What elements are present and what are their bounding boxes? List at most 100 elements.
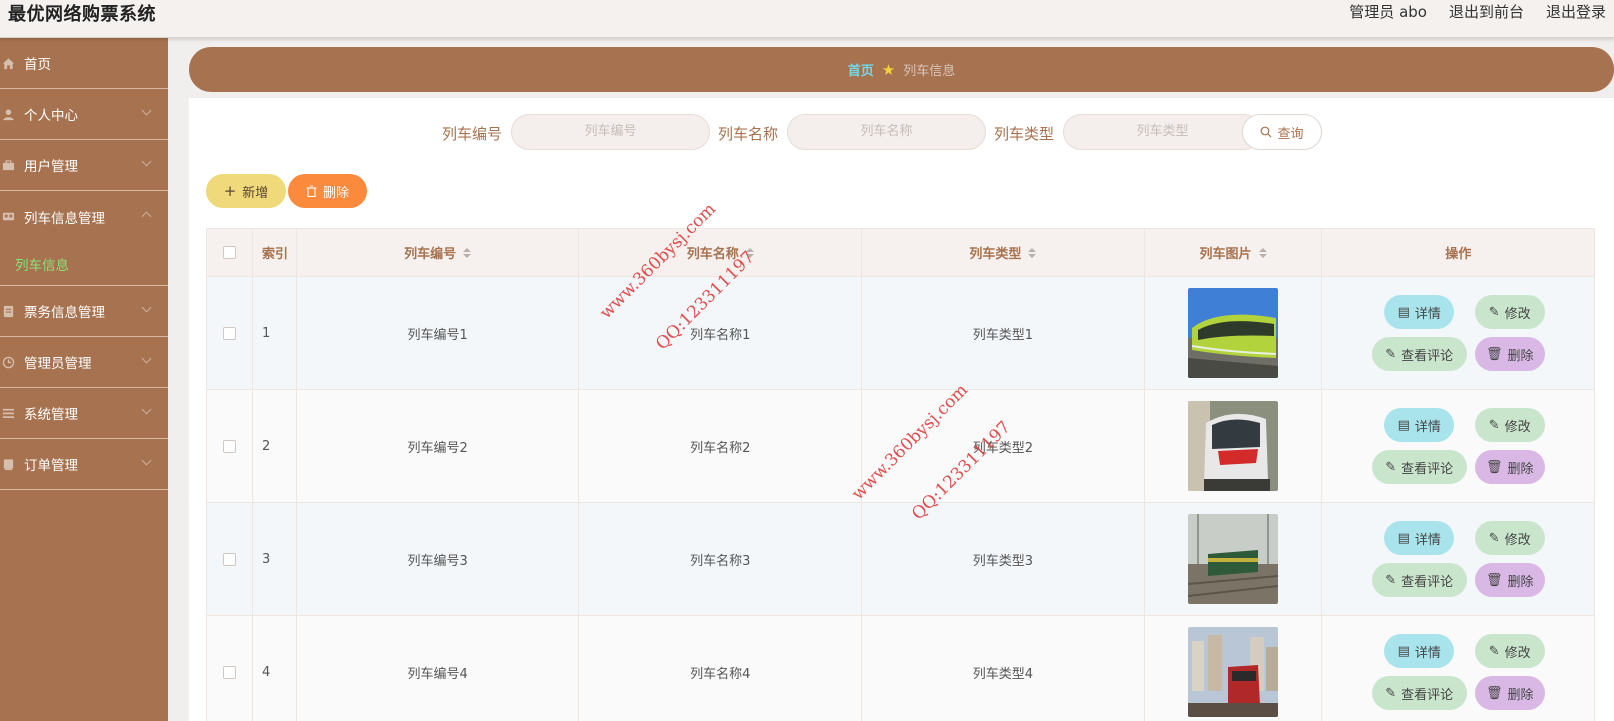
document-icon: ▤ (1397, 530, 1410, 546)
row-train-number: 列车编号1 (297, 277, 580, 389)
plus-icon: + (223, 181, 237, 200)
detail-label: 详情 (1414, 645, 1441, 661)
detail-button[interactable]: ▤ 详情 (1384, 521, 1455, 555)
sidebar-item-label: 首页 (24, 57, 51, 73)
sort-icon[interactable] (463, 247, 472, 258)
sidebar-item-system-management[interactable]: 系统管理 (0, 388, 168, 439)
trash-icon: 🗑 (1485, 572, 1503, 588)
sidebar-item-order-management[interactable]: 订单管理 (0, 439, 168, 490)
view-reviews-button[interactable]: ✎ 查看评论 (1371, 337, 1467, 371)
edit-label: 修改 (1504, 419, 1531, 435)
batch-delete-label: 删除 (322, 185, 349, 201)
row-train-image-cell (1145, 616, 1323, 721)
row-operations: ▤ 详情 ✎ 修改 ✎ 查看评论 🗑 删除 (1322, 503, 1594, 615)
edit-button[interactable]: ✎ 修改 (1474, 295, 1545, 329)
header-train-type[interactable]: 列车类型 (862, 229, 1145, 276)
row-operations: ▤ 详情 ✎ 修改 ✎ 查看评论 🗑 删除 (1322, 390, 1594, 502)
view-reviews-button[interactable]: ✎ 查看评论 (1371, 563, 1467, 597)
delete-label: 删除 (1507, 687, 1534, 703)
row-delete-button[interactable]: 🗑 删除 (1474, 450, 1545, 484)
home-icon (1, 56, 15, 70)
main-content: 首页 ★ 列车信息 列车编号 列车编号 列车名称 列车名称 列车类型 列车类型 … (168, 38, 1614, 721)
header-train-name-label: 列车名称 (686, 247, 739, 262)
detail-label: 详情 (1414, 532, 1441, 548)
row-train-image-cell (1145, 503, 1323, 615)
review-label: 查看评论 (1401, 574, 1454, 590)
users-icon (1, 158, 15, 172)
sidebar-item-label: 用户管理 (24, 159, 78, 175)
sort-icon[interactable] (745, 247, 754, 258)
chevron-down-icon (141, 105, 152, 116)
row-checkbox[interactable] (222, 665, 236, 679)
detail-button[interactable]: ▤ 详情 (1384, 295, 1455, 329)
train-image[interactable] (1188, 514, 1279, 604)
table-row: 2 列车编号2 列车名称2 列车类型2 ▤ 详情 ✎ 修改 ✎ 查看评论 🗑 删… (207, 390, 1594, 503)
sidebar-item-user-management[interactable]: 用户管理 (0, 140, 168, 191)
select-all-checkbox[interactable] (222, 246, 236, 259)
search-label-train-type: 列车类型 (994, 125, 1055, 143)
trash-icon: 🗑 (1485, 685, 1503, 701)
sidebar-item-label: 个人中心 (24, 108, 78, 124)
breadcrumb-home[interactable]: 首页 (848, 60, 874, 79)
header-checkbox-cell (207, 229, 253, 276)
header-actions: 管理员 abo 退出到前台 退出登录 (1349, 1, 1606, 22)
header-train-name[interactable]: 列车名称 (579, 229, 863, 276)
review-label: 查看评论 (1401, 461, 1454, 477)
row-index: 3 (253, 503, 297, 615)
chevron-down-icon (141, 156, 152, 167)
sidebar: 首页 个人中心 用户管理 列车信息管理 列车信息 票务信息管理 管理员管理 系统… (0, 38, 168, 721)
row-checkbox-cell (207, 390, 253, 502)
chevron-up-icon (141, 211, 152, 222)
detail-button[interactable]: ▤ 详情 (1384, 634, 1455, 668)
row-checkbox[interactable] (222, 439, 236, 453)
sidebar-subitem-train-info[interactable]: 列车信息 (0, 242, 168, 286)
chevron-down-icon (141, 455, 152, 466)
sidebar-item-ticket-management[interactable]: 票务信息管理 (0, 286, 168, 337)
row-checkbox[interactable] (222, 326, 236, 340)
train-image[interactable] (1188, 627, 1279, 717)
header-train-image[interactable]: 列车图片 (1145, 229, 1323, 276)
table-row: 3 列车编号3 列车名称3 列车类型3 ▤ 详情 ✎ 修改 ✎ 查看评论 🗑 删… (207, 503, 1594, 616)
row-index: 1 (253, 277, 297, 389)
document-icon: ▤ (1397, 417, 1410, 433)
pencil-icon: ✎ (1385, 685, 1397, 701)
edit-button[interactable]: ✎ 修改 (1474, 521, 1545, 555)
header-train-number[interactable]: 列车编号 (297, 229, 580, 276)
sidebar-item-home[interactable]: 首页 (0, 38, 168, 89)
sidebar-item-train-management[interactable]: 列车信息管理 (0, 191, 168, 242)
search-button[interactable]: 查询 (1242, 114, 1322, 150)
train-number-input[interactable]: 列车编号 (511, 114, 710, 150)
view-reviews-button[interactable]: ✎ 查看评论 (1371, 450, 1467, 484)
sidebar-item-personal-center[interactable]: 个人中心 (0, 89, 168, 140)
detail-label: 详情 (1414, 306, 1441, 322)
view-reviews-button[interactable]: ✎ 查看评论 (1371, 676, 1467, 710)
train-name-input[interactable]: 列车名称 (787, 114, 986, 150)
document-icon: ▤ (1397, 304, 1410, 320)
row-checkbox-cell (207, 616, 253, 721)
row-index: 4 (253, 616, 297, 721)
batch-delete-button[interactable]: 删除 (288, 174, 367, 208)
detail-button[interactable]: ▤ 详情 (1384, 408, 1455, 442)
sort-icon[interactable] (1028, 247, 1037, 258)
breadcrumb: 首页 ★ 列车信息 (189, 47, 1614, 92)
row-train-number: 列车编号4 (297, 616, 580, 721)
search-bar: 列车编号 列车编号 列车名称 列车名称 列车类型 列车类型 查询 (189, 114, 1614, 150)
train-image[interactable] (1188, 401, 1279, 491)
review-label: 查看评论 (1401, 348, 1454, 364)
pencil-icon: ✎ (1488, 304, 1500, 320)
edit-button[interactable]: ✎ 修改 (1474, 408, 1545, 442)
train-type-input[interactable]: 列车类型 (1063, 114, 1262, 150)
add-button[interactable]: + 新增 (206, 174, 286, 208)
logout-link[interactable]: 退出登录 (1546, 1, 1606, 22)
back-to-front-link[interactable]: 退出到前台 (1449, 1, 1524, 22)
sort-icon[interactable] (1258, 247, 1267, 258)
sidebar-item-admin-management[interactable]: 管理员管理 (0, 337, 168, 388)
row-delete-button[interactable]: 🗑 删除 (1474, 563, 1545, 597)
row-checkbox[interactable] (222, 552, 236, 566)
row-delete-button[interactable]: 🗑 删除 (1474, 676, 1545, 710)
edit-button[interactable]: ✎ 修改 (1474, 634, 1545, 668)
delete-label: 删除 (1507, 574, 1534, 590)
row-train-number: 列车编号3 (297, 503, 580, 615)
row-delete-button[interactable]: 🗑 删除 (1474, 337, 1545, 371)
train-image[interactable] (1188, 288, 1279, 378)
